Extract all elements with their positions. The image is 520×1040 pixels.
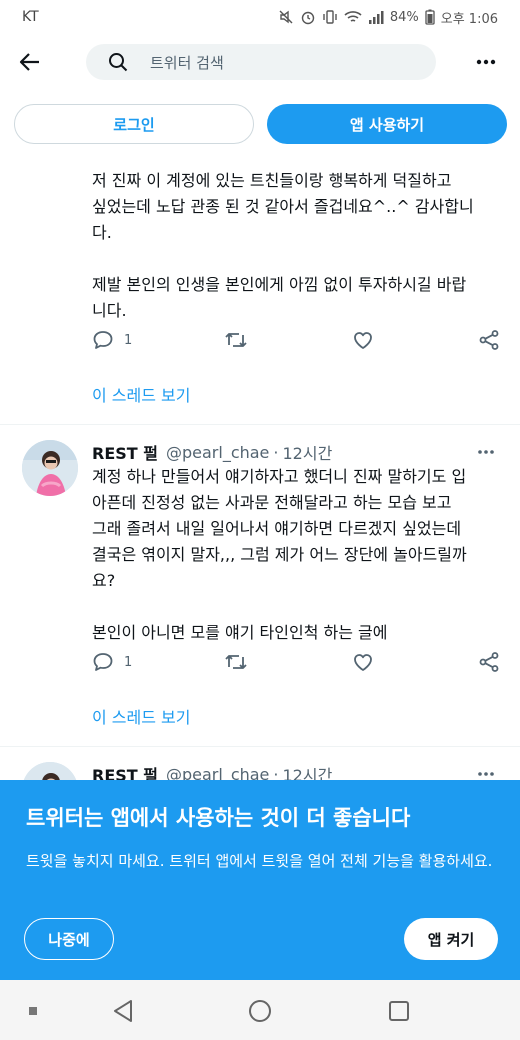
more-menu-button[interactable] — [474, 50, 498, 74]
divider — [0, 746, 520, 747]
show-thread-link[interactable]: 이 스레드 보기 — [92, 382, 191, 406]
signal-icon — [368, 11, 384, 24]
banner-title: 트위터는 앱에서 사용하는 것이 더 좋습니다 — [26, 806, 411, 830]
tweet-time[interactable]: 12시간 — [283, 440, 333, 464]
retweet-icon — [225, 655, 247, 669]
share-icon — [479, 330, 499, 350]
nav-home-button[interactable] — [247, 998, 273, 1024]
more-icon — [478, 450, 494, 454]
status-icons: 84% 오후 1:06 — [278, 8, 498, 27]
vibrate-icon — [323, 10, 337, 24]
more-icon — [476, 59, 496, 65]
carrier-label: KT — [22, 9, 39, 25]
more-icon — [478, 772, 494, 776]
dot-icon — [29, 1007, 37, 1015]
status-bar: KT 84% 오후 1:06 — [0, 0, 520, 34]
share-button[interactable] — [478, 650, 500, 674]
share-button[interactable] — [478, 328, 500, 352]
reply-count: 1 — [124, 332, 133, 348]
reply-count: 1 — [124, 654, 133, 670]
home-circle-icon — [249, 1000, 271, 1022]
wifi-icon — [344, 11, 362, 22]
back-button[interactable] — [0, 38, 60, 86]
user-handle[interactable]: @pearl_chae — [166, 443, 269, 462]
tweet-2-header: REST 펄 @pearl_chae · 12시간 — [92, 440, 332, 464]
tweet-2-text: 계정 하나 만들어서 얘기하자고 했더니 진짜 말하기도 입 아픈데 진정성 없… — [92, 467, 467, 642]
mute-icon — [279, 10, 293, 24]
battery-percent: 84% — [389, 9, 419, 25]
back-arrow-icon — [19, 53, 39, 71]
alarm-icon — [301, 11, 315, 25]
retweet-button[interactable] — [224, 650, 248, 674]
display-name[interactable]: REST 펄 — [92, 440, 158, 464]
triangle-back-icon — [114, 1000, 132, 1022]
recents-square-icon — [389, 1001, 409, 1021]
banner-description: 트윗을 놓치지 마세요. 트위터 앱에서 트윗을 열어 전체 기능을 활용하세요… — [26, 852, 493, 870]
like-button[interactable] — [352, 650, 374, 674]
search-placeholder: 트위터 검색 — [150, 53, 224, 72]
nav-dot-button[interactable] — [20, 998, 46, 1024]
tweet-2-actions: 1 — [92, 650, 502, 674]
top-bar: 트위터 검색 — [0, 38, 520, 86]
open-app-button[interactable]: 앱 켜기 — [404, 918, 498, 960]
battery-icon — [425, 9, 435, 25]
use-app-button[interactable]: 앱 사용하기 — [267, 104, 507, 144]
like-icon — [354, 332, 372, 349]
search-input[interactable]: 트위터 검색 — [86, 44, 436, 80]
later-button[interactable]: 나중에 — [24, 918, 114, 960]
reply-icon — [93, 331, 113, 349]
nav-back-button[interactable] — [110, 998, 136, 1024]
divider — [0, 424, 520, 425]
search-icon — [109, 53, 128, 72]
login-button[interactable]: 로그인 — [14, 104, 254, 144]
separator-dot: · — [273, 442, 279, 462]
reply-button[interactable]: 1 — [92, 650, 132, 674]
auth-row: 로그인 앱 사용하기 — [0, 104, 520, 144]
clock: 오후 1:06 — [440, 11, 498, 27]
avatar[interactable] — [22, 440, 78, 496]
reply-icon — [93, 653, 113, 671]
reply-button[interactable]: 1 — [92, 328, 132, 352]
like-button[interactable] — [352, 328, 374, 352]
nav-recents-button[interactable] — [386, 998, 412, 1024]
tweet-more-button[interactable] — [474, 440, 498, 464]
tweet-1-text: 저 진짜 이 계정에 있는 트친들이랑 행복하게 덕질하고 싶었는데 노답 관종… — [92, 171, 474, 320]
system-nav-bar — [0, 980, 520, 1040]
retweet-icon — [225, 333, 247, 347]
app-promo-banner: 트위터는 앱에서 사용하는 것이 더 좋습니다 트윗을 놓치지 마세요. 트위터… — [0, 780, 520, 980]
show-thread-link[interactable]: 이 스레드 보기 — [92, 704, 191, 728]
tweet-1-actions: 1 — [92, 328, 502, 352]
avatar-image — [22, 440, 78, 496]
share-icon — [479, 652, 499, 672]
retweet-button[interactable] — [224, 328, 248, 352]
like-icon — [354, 654, 372, 671]
